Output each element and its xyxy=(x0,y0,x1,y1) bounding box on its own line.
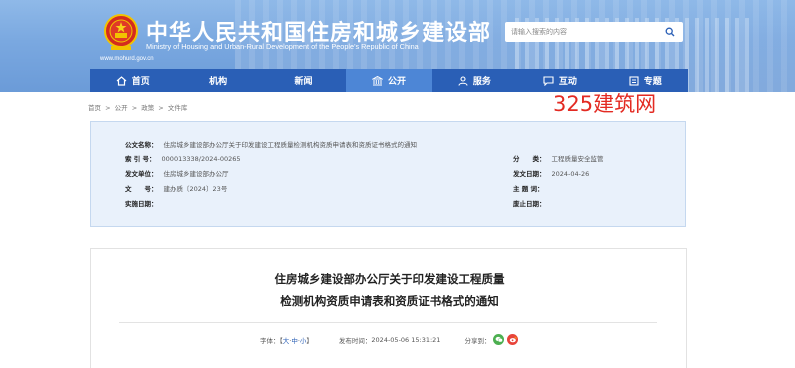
search-box xyxy=(505,22,683,42)
wechat-share-icon[interactable] xyxy=(493,334,505,345)
meta-value: 000013338/2024-00265 xyxy=(161,155,241,163)
service-icon xyxy=(458,75,468,86)
topic-icon xyxy=(629,75,639,86)
watermark-text: 325建筑网 xyxy=(553,92,657,116)
meta-label: 发文单位： xyxy=(125,170,158,178)
meta-expire-date: 废止日期： xyxy=(513,198,552,208)
nav-label: 服务 xyxy=(472,77,491,87)
nav-item-news[interactable]: 新闻 xyxy=(261,69,346,92)
meta-label: 索 引 号： xyxy=(125,155,156,163)
nav-item-public[interactable]: 公开 xyxy=(346,69,432,92)
meta-label: 废止日期： xyxy=(513,200,546,208)
breadcrumb-policy[interactable]: 政策 xyxy=(141,104,154,112)
site-domain: www.mohurd.gov.cn xyxy=(100,56,154,62)
meta-index: 索 引 号： 000013338/2024-00265 xyxy=(125,153,241,163)
breadcrumb-separator: > xyxy=(105,104,111,112)
weibo-share-icon[interactable] xyxy=(507,334,519,345)
breadcrumb: 首页 > 公开 > 政策 > 文件库 xyxy=(88,102,187,112)
document-metadata-box: 公文名称： 住房城乡建设部办公厅关于印发建设工程质量检测机构资质申请表和资质证书格… xyxy=(90,121,686,227)
search-icon xyxy=(665,27,675,37)
nav-label: 专题 xyxy=(643,77,662,87)
home-icon xyxy=(116,75,127,86)
nav-label: 机构 xyxy=(209,77,228,87)
published-time: 2024-05-06 15:31:21 xyxy=(371,335,441,344)
share-label: 分享到： xyxy=(464,336,491,345)
breadcrumb-separator: > xyxy=(158,104,164,112)
nav-item-organization[interactable]: 机构 xyxy=(175,69,260,92)
meta-doc-title: 公文名称： 住房城乡建设部办公厅关于印发建设工程质量检测机构资质申请表和资质证书格… xyxy=(125,139,417,149)
meta-label: 分 类： xyxy=(513,155,546,163)
nav-label: 首页 xyxy=(131,77,150,87)
nav-label: 新闻 xyxy=(294,77,313,87)
font-size-label: 字体： xyxy=(260,336,280,345)
article-title-line-2: 检测机构资质申请表和资质证书格式的通知 xyxy=(280,294,499,308)
meta-label: 发文日期： xyxy=(513,170,546,178)
nav-item-service[interactable]: 服务 xyxy=(432,69,517,92)
building-icon xyxy=(371,75,383,86)
meta-category: 分 类： 工程质量安全监管 xyxy=(513,153,604,163)
search-button[interactable] xyxy=(657,22,683,42)
meta-subject: 主 题 词： xyxy=(513,183,550,193)
article-container: 住房城乡建设部办公厅关于印发建设工程质量 检测机构资质申请表和资质证书格式的通知 xyxy=(90,248,687,368)
meta-label: 公文名称： xyxy=(125,141,158,149)
chat-icon xyxy=(543,75,554,86)
nav-label: 公开 xyxy=(387,77,406,87)
breadcrumb-file-library[interactable]: 文件库 xyxy=(168,104,188,112)
breadcrumb-public[interactable]: 公开 xyxy=(115,104,128,112)
site-subtitle: Ministry of Housing and Urban-Rural Deve… xyxy=(146,42,419,51)
meta-doc-number: 文 号： 建办质〔2024〕23号 xyxy=(125,183,227,193)
meta-label: 主 题 词： xyxy=(513,185,544,193)
meta-impl-date: 实施日期： xyxy=(125,198,164,208)
title-divider xyxy=(119,322,657,323)
meta-value: 2024-04-26 xyxy=(551,170,590,178)
font-size-control: 字体：【大·中·小】 xyxy=(260,335,313,345)
meta-value: 住房城乡建设部办公厅 xyxy=(163,170,229,178)
breadcrumb-separator: > xyxy=(131,104,138,112)
search-input[interactable] xyxy=(505,22,655,42)
meta-issue-date: 发文日期： 2024-04-26 xyxy=(513,168,589,178)
published-label: 发布时间： xyxy=(338,336,372,345)
breadcrumb-home[interactable]: 首页 xyxy=(88,104,101,112)
meta-label: 文 号： xyxy=(125,185,158,193)
meta-value: 住房城乡建设部办公厅关于印发建设工程质量检测机构资质申请表和资质证书格式的通知 xyxy=(163,141,418,149)
meta-value: 工程质量安全监管 xyxy=(551,155,604,163)
meta-value: 建办质〔2024〕23号 xyxy=(163,185,228,193)
meta-label: 实施日期： xyxy=(125,200,158,208)
font-size-bracket-close: 】 xyxy=(306,336,313,345)
nav-item-home[interactable]: 首页 xyxy=(90,69,175,92)
nav-label: 互动 xyxy=(558,77,577,87)
article-info-bar: 字体：【大·中·小】 发布时间： 2024-05-06 15:31:21 分享到… xyxy=(260,334,519,345)
national-emblem-icon[interactable] xyxy=(103,14,139,52)
meta-issuer: 发文单位： 住房城乡建设部办公厅 xyxy=(125,168,229,178)
article-title-line-1: 住房城乡建设部办公厅关于印发建设工程质量 xyxy=(274,272,505,286)
